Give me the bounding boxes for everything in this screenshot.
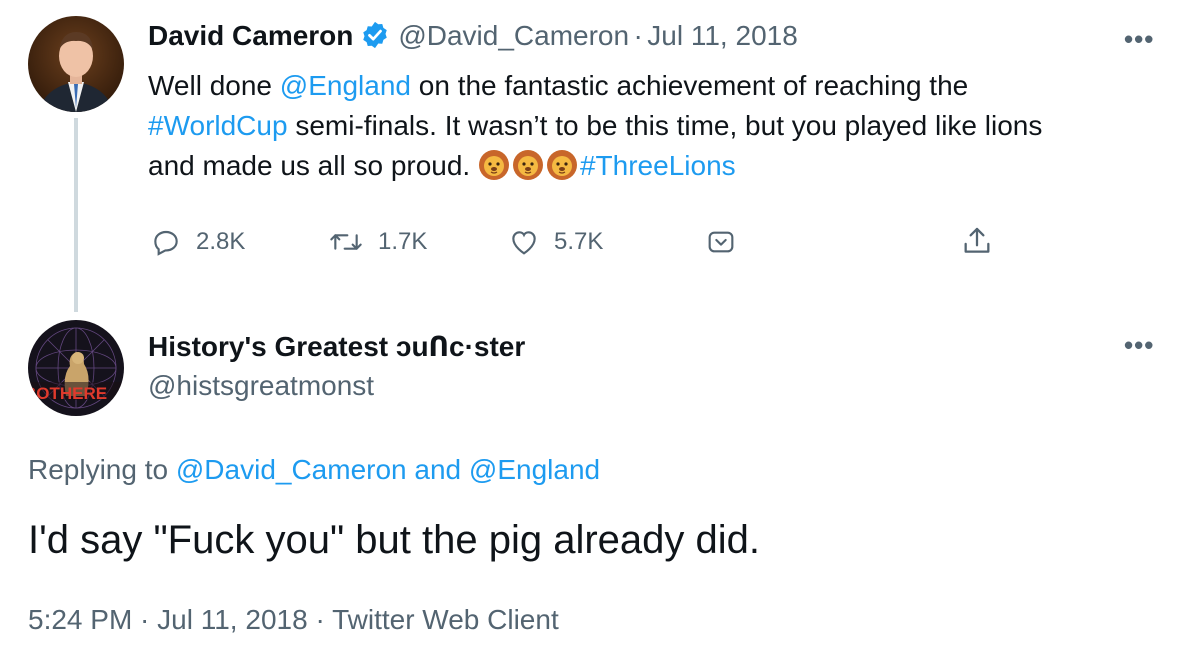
save-icon	[708, 231, 734, 253]
retweet-icon	[330, 234, 362, 250]
lion-face-emoji-icon	[478, 149, 510, 181]
verified-badge-icon	[360, 20, 390, 55]
like-button[interactable]: 5.7K	[508, 226, 603, 258]
avatar-histsgreatmonst[interactable]: BOTHERE	[28, 320, 124, 416]
text-segment: semi-finals. It wasn’t to be this time, …	[287, 110, 1043, 141]
replying-user-england[interactable]: @England	[469, 454, 600, 485]
text-line-1: Well done @England on the fantastic achi…	[148, 66, 1158, 106]
tweet2-text: I'd say "Fuck you" but the pig already d…	[28, 518, 760, 562]
replying-prefix: Replying to	[28, 454, 176, 485]
tweet-date[interactable]: Jul 11, 2018	[157, 604, 308, 635]
replying-and[interactable]: and	[407, 454, 469, 485]
tweet1-header: David Cameron @David_Cameron · Jul 11, 2…	[148, 20, 798, 55]
avatar-image: BOTHERE	[28, 320, 124, 416]
author-handle[interactable]: @David_Cameron	[398, 20, 629, 51]
retweet-count: 1.7K	[378, 228, 428, 255]
share-button[interactable]	[960, 224, 1008, 258]
separator-dot: ·	[307, 604, 333, 635]
more-options-button[interactable]: •••	[1124, 330, 1154, 361]
tweet-time[interactable]: 5:24 PM	[28, 604, 132, 635]
tweet-client: Twitter Web Client	[332, 604, 559, 635]
like-count: 5.7K	[554, 228, 604, 255]
author-name[interactable]: David Cameron	[148, 20, 353, 51]
separator-dot: ·	[633, 20, 643, 51]
tweet1-text: Well done @England on the fantastic achi…	[148, 66, 1158, 186]
replying-to-line: Replying to @David_Cameron and @England	[28, 454, 600, 486]
avatar-image	[28, 16, 124, 112]
save-button[interactable]	[704, 226, 752, 258]
share-icon	[964, 227, 990, 253]
reply-count: 2.8K	[196, 228, 246, 255]
author-handle[interactable]: @histsgreatmonst	[148, 370, 374, 402]
hashtag-threelions[interactable]: #ThreeLions	[580, 150, 736, 181]
text-segment: and made us all so proud.	[148, 150, 478, 181]
retweet-button[interactable]: 1.7K	[328, 226, 427, 258]
separator-dot: ·	[132, 604, 158, 635]
thread-connector-line	[74, 118, 78, 312]
reply-icon	[154, 230, 178, 256]
lion-face-emoji-icon	[512, 149, 544, 181]
avatar-david-cameron[interactable]	[28, 16, 124, 112]
replying-user-david-cameron[interactable]: @David_Cameron	[176, 454, 407, 485]
tweet-metadata: 5:24 PM · Jul 11, 2018 · Twitter Web Cli…	[28, 604, 559, 636]
text-segment: on the fantastic achievement of reaching…	[410, 70, 969, 101]
lion-face-emoji-icon	[546, 149, 578, 181]
hashtag-worldcup[interactable]: #WorldCup	[148, 110, 288, 141]
mention-england[interactable]: @England	[280, 70, 411, 101]
tweet-date[interactable]: Jul 11, 2018	[647, 20, 798, 51]
avatar-text: BOTHERE	[28, 384, 107, 403]
author-name[interactable]: History's Greatest ɔuՈc·ster	[148, 330, 525, 363]
text-line-2: #WorldCup semi-finals. It wasn’t to be t…	[148, 106, 1158, 146]
text-line-3: and made us all so proud. #ThreeLions	[148, 146, 1158, 186]
heart-icon	[512, 231, 536, 255]
reply-button[interactable]: 2.8K	[150, 226, 245, 258]
text-segment: Well done	[148, 70, 280, 101]
more-options-button[interactable]: •••	[1124, 24, 1154, 55]
